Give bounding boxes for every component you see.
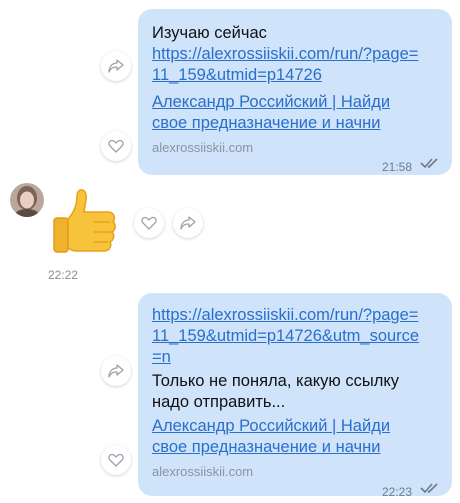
share-button[interactable]: [101, 356, 131, 386]
share-button[interactable]: [101, 51, 131, 81]
like-button[interactable]: [134, 208, 164, 238]
double-check-icon: [420, 158, 438, 169]
message-text: Только не поняла, какую ссылку: [152, 372, 400, 390]
link-preview-domain: alexrossiiskii.com: [152, 464, 254, 479]
heart-icon: [108, 139, 124, 153]
like-button[interactable]: [101, 445, 131, 475]
heart-icon: [108, 453, 124, 467]
double-check-icon: [420, 483, 438, 494]
message-link[interactable]: =n: [152, 347, 171, 368]
link-preview-title[interactable]: свое предназначение и начни: [152, 437, 380, 458]
link-preview-title[interactable]: свое предназначение и начни: [152, 113, 380, 134]
thumbs-up-sticker[interactable]: [50, 186, 122, 258]
link-preview-domain: alexrossiiskii.com: [152, 140, 254, 155]
message-link[interactable]: https://alexrossiiskii.com/run/?page=: [152, 305, 418, 326]
share-icon: [108, 59, 124, 73]
outgoing-message-bubble[interactable]: Изучаю сейчас https://alexrossiiskii.com…: [138, 9, 452, 175]
avatar-image: [10, 183, 44, 217]
message-link[interactable]: 11_159&utmid=p14726: [152, 65, 322, 86]
share-icon: [180, 216, 196, 230]
outgoing-message-bubble[interactable]: https://alexrossiiskii.com/run/?page= 11…: [138, 293, 452, 499]
avatar[interactable]: [10, 183, 44, 217]
like-button[interactable]: [101, 131, 131, 161]
link-preview-title[interactable]: Александр Российский | Найди: [152, 92, 390, 113]
link-preview-title[interactable]: Александр Российский | Найди: [152, 416, 390, 437]
message-text: Изучаю сейчас: [152, 24, 267, 42]
heart-icon: [141, 216, 157, 230]
message-text: надо отправить...: [152, 393, 286, 411]
message-time: 22:22: [48, 268, 79, 282]
share-button[interactable]: [173, 208, 203, 238]
message-time: 21:58: [382, 160, 413, 174]
message-link[interactable]: https://alexrossiiskii.com/run/?page=: [152, 44, 418, 65]
share-icon: [108, 364, 124, 378]
message-link[interactable]: 11_159&utmid=p14726&utm_source: [152, 326, 419, 347]
